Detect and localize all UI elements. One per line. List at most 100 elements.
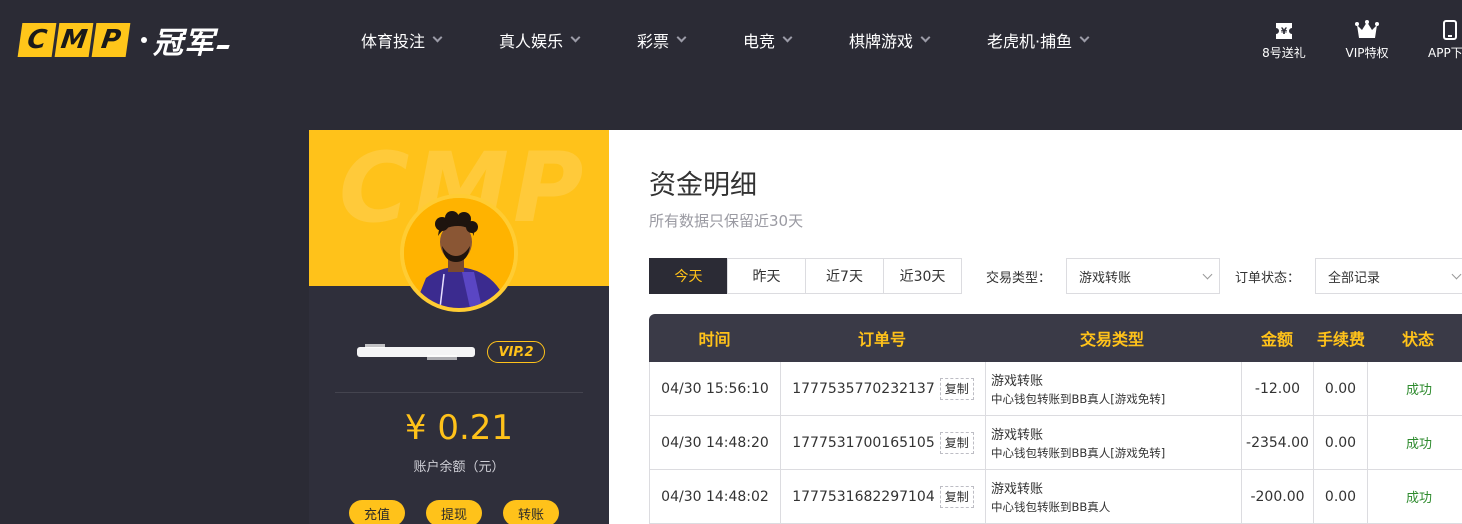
vip-label: VIP特权 — [1345, 46, 1389, 60]
column-header-type: 交易类型 — [1079, 330, 1144, 349]
nav-item-card-games[interactable]: 棋牌游戏 — [849, 28, 987, 52]
app-download-link[interactable]: APP下 — [1428, 18, 1462, 61]
nav-item-label: 老虎机·捕鱼 — [987, 32, 1073, 51]
nav-item-lottery[interactable]: 彩票 — [637, 28, 743, 52]
order-number: 1777531700165105 — [792, 434, 935, 451]
table-row: 04/30 14:48:02 1777531682297104 复制 游戏转账 … — [649, 470, 1462, 524]
tab-today[interactable]: 今天 — [649, 258, 728, 294]
column-header-amount: 金额 — [1260, 330, 1293, 349]
balance-amount: ¥ 0.21 — [404, 408, 514, 448]
chevron-down-icon — [1202, 269, 1213, 280]
cell-fee: 0.00 — [1314, 470, 1368, 523]
nav-item-label: 彩票 — [637, 32, 670, 51]
avatar[interactable] — [400, 194, 518, 312]
tab-last-7-days[interactable]: 近7天 — [805, 258, 884, 294]
type-main: 游戏转账 — [991, 482, 1044, 497]
table-row: 04/30 15:56:10 1777535770232137 复制 游戏转账 … — [649, 362, 1462, 416]
page-title: 资金明细 — [649, 170, 757, 201]
top-navbar: C M P 冠军 体育投注 真人娱乐 彩票 电竞 棋牌游戏 老虎机·捕鱼 ¥ 8… — [0, 0, 1462, 80]
cell-fee: 0.00 — [1314, 362, 1368, 415]
tab-last-30-days[interactable]: 近30天 — [883, 258, 962, 294]
type-detail: 中心钱包转账到BB真人[游戏免转] — [991, 446, 1166, 460]
cell-amount: -200.00 — [1242, 470, 1314, 523]
crown-icon — [1355, 18, 1379, 40]
withdraw-button[interactable]: 提现 — [426, 500, 482, 524]
copy-button[interactable]: 复制 — [939, 485, 974, 508]
chevron-down-icon — [570, 32, 581, 43]
cell-amount: -12.00 — [1242, 362, 1314, 415]
logo-letter: M — [54, 23, 94, 57]
chevron-down-icon — [920, 32, 931, 43]
gift-link[interactable]: ¥ 8号送礼 — [1262, 18, 1306, 61]
status-badge: 成功 — [1406, 491, 1433, 506]
vip-badge: VIP.2 — [487, 341, 545, 363]
chevron-down-icon — [1079, 32, 1090, 43]
cell-order-no: 1777535770232137 复制 — [781, 362, 986, 415]
cell-time: 04/30 14:48:02 — [650, 470, 781, 523]
balance-label: 账户余额（元） — [413, 460, 505, 475]
logo-dash — [216, 45, 230, 49]
logo-letter: P — [91, 23, 131, 57]
column-header-status: 状态 — [1401, 330, 1434, 349]
order-number: 1777531682297104 — [792, 488, 935, 505]
column-header-fee: 手续费 — [1316, 330, 1365, 349]
order-status-value: 全部记录 — [1328, 270, 1381, 286]
vip-link[interactable]: VIP特权 — [1344, 18, 1390, 61]
tab-yesterday[interactable]: 昨天 — [727, 258, 806, 294]
page-subtitle: 所有数据只保留近30天 — [649, 212, 804, 230]
logo-dot — [141, 37, 147, 43]
order-status-select[interactable]: 全部记录 — [1315, 258, 1462, 294]
nav-item-slots-fishing[interactable]: 老虎机·捕鱼 — [987, 28, 1107, 52]
chevron-down-icon — [676, 32, 687, 43]
gift-label: 8号送礼 — [1262, 46, 1306, 60]
profile-divider — [335, 392, 583, 393]
nav-item-label: 电竞 — [743, 32, 776, 51]
cell-order-no: 1777531682297104 复制 — [781, 470, 986, 523]
order-status-label: 订单状态： — [1235, 271, 1301, 286]
profile-card: CMP VIP.2 ¥ 0.21 账户余额（元） 充值 提现 转账 — [309, 130, 609, 524]
cell-amount: -2354.00 — [1242, 416, 1314, 469]
type-main: 游戏转账 — [991, 374, 1044, 389]
username-redacted — [357, 344, 475, 360]
cell-type: 游戏转账 中心钱包转账到BB真人[游戏免转] — [986, 362, 1242, 415]
order-number: 1777535770232137 — [792, 380, 935, 397]
cell-status: 成功 — [1368, 470, 1462, 523]
transaction-type-select[interactable]: 游戏转账 — [1066, 258, 1220, 294]
logo-text: 冠军 — [153, 26, 215, 61]
chevron-down-icon — [1451, 269, 1462, 280]
nav-item-label: 体育投注 — [361, 32, 426, 51]
nav-item-esports[interactable]: 电竞 — [743, 28, 849, 52]
cell-order-no: 1777531700165105 复制 — [781, 416, 986, 469]
nav-item-label: 棋牌游戏 — [849, 32, 914, 51]
cell-type: 游戏转账 中心钱包转账到BB真人[游戏免转] — [986, 416, 1242, 469]
table-row: 04/30 14:48:20 1777531700165105 复制 游戏转账 … — [649, 416, 1462, 470]
cell-fee: 0.00 — [1314, 416, 1368, 469]
copy-button[interactable]: 复制 — [939, 431, 974, 454]
nav-item-label: 真人娱乐 — [499, 32, 564, 51]
site-logo[interactable]: C M P 冠军 — [17, 22, 230, 61]
transaction-type-value: 游戏转账 — [1079, 270, 1132, 286]
cell-type: 游戏转账 中心钱包转账到BB真人 — [986, 470, 1242, 523]
ticket-icon: ¥ — [1274, 18, 1294, 40]
svg-text:¥: ¥ — [1281, 27, 1288, 37]
nav-item-sports[interactable]: 体育投注 — [361, 28, 499, 52]
app-label: APP下 — [1428, 46, 1462, 60]
deposit-button[interactable]: 充值 — [349, 500, 405, 524]
column-header-time: 时间 — [698, 330, 731, 349]
chevron-down-icon — [782, 32, 793, 43]
copy-button[interactable]: 复制 — [939, 377, 974, 400]
nav-item-live-casino[interactable]: 真人娱乐 — [499, 28, 637, 52]
type-detail: 中心钱包转账到BB真人[游戏免转] — [991, 392, 1166, 406]
cell-time: 04/30 14:48:20 — [650, 416, 781, 469]
chevron-down-icon — [432, 32, 443, 43]
cell-status: 成功 — [1368, 416, 1462, 469]
cell-time: 04/30 15:56:10 — [650, 362, 781, 415]
type-main: 游戏转账 — [991, 428, 1044, 443]
table-header: 时间 订单号 交易类型 金额 手续费 状态 — [649, 314, 1462, 362]
status-badge: 成功 — [1406, 383, 1433, 398]
type-detail: 中心钱包转账到BB真人 — [991, 500, 1111, 514]
transfer-button[interactable]: 转账 — [503, 500, 559, 524]
status-badge: 成功 — [1406, 437, 1433, 452]
column-header-order-no: 订单号 — [857, 330, 906, 349]
funds-detail-panel: 资金明细 所有数据只保留近30天 今天 昨天 近7天 近30天 交易类型： 游戏… — [609, 130, 1462, 524]
